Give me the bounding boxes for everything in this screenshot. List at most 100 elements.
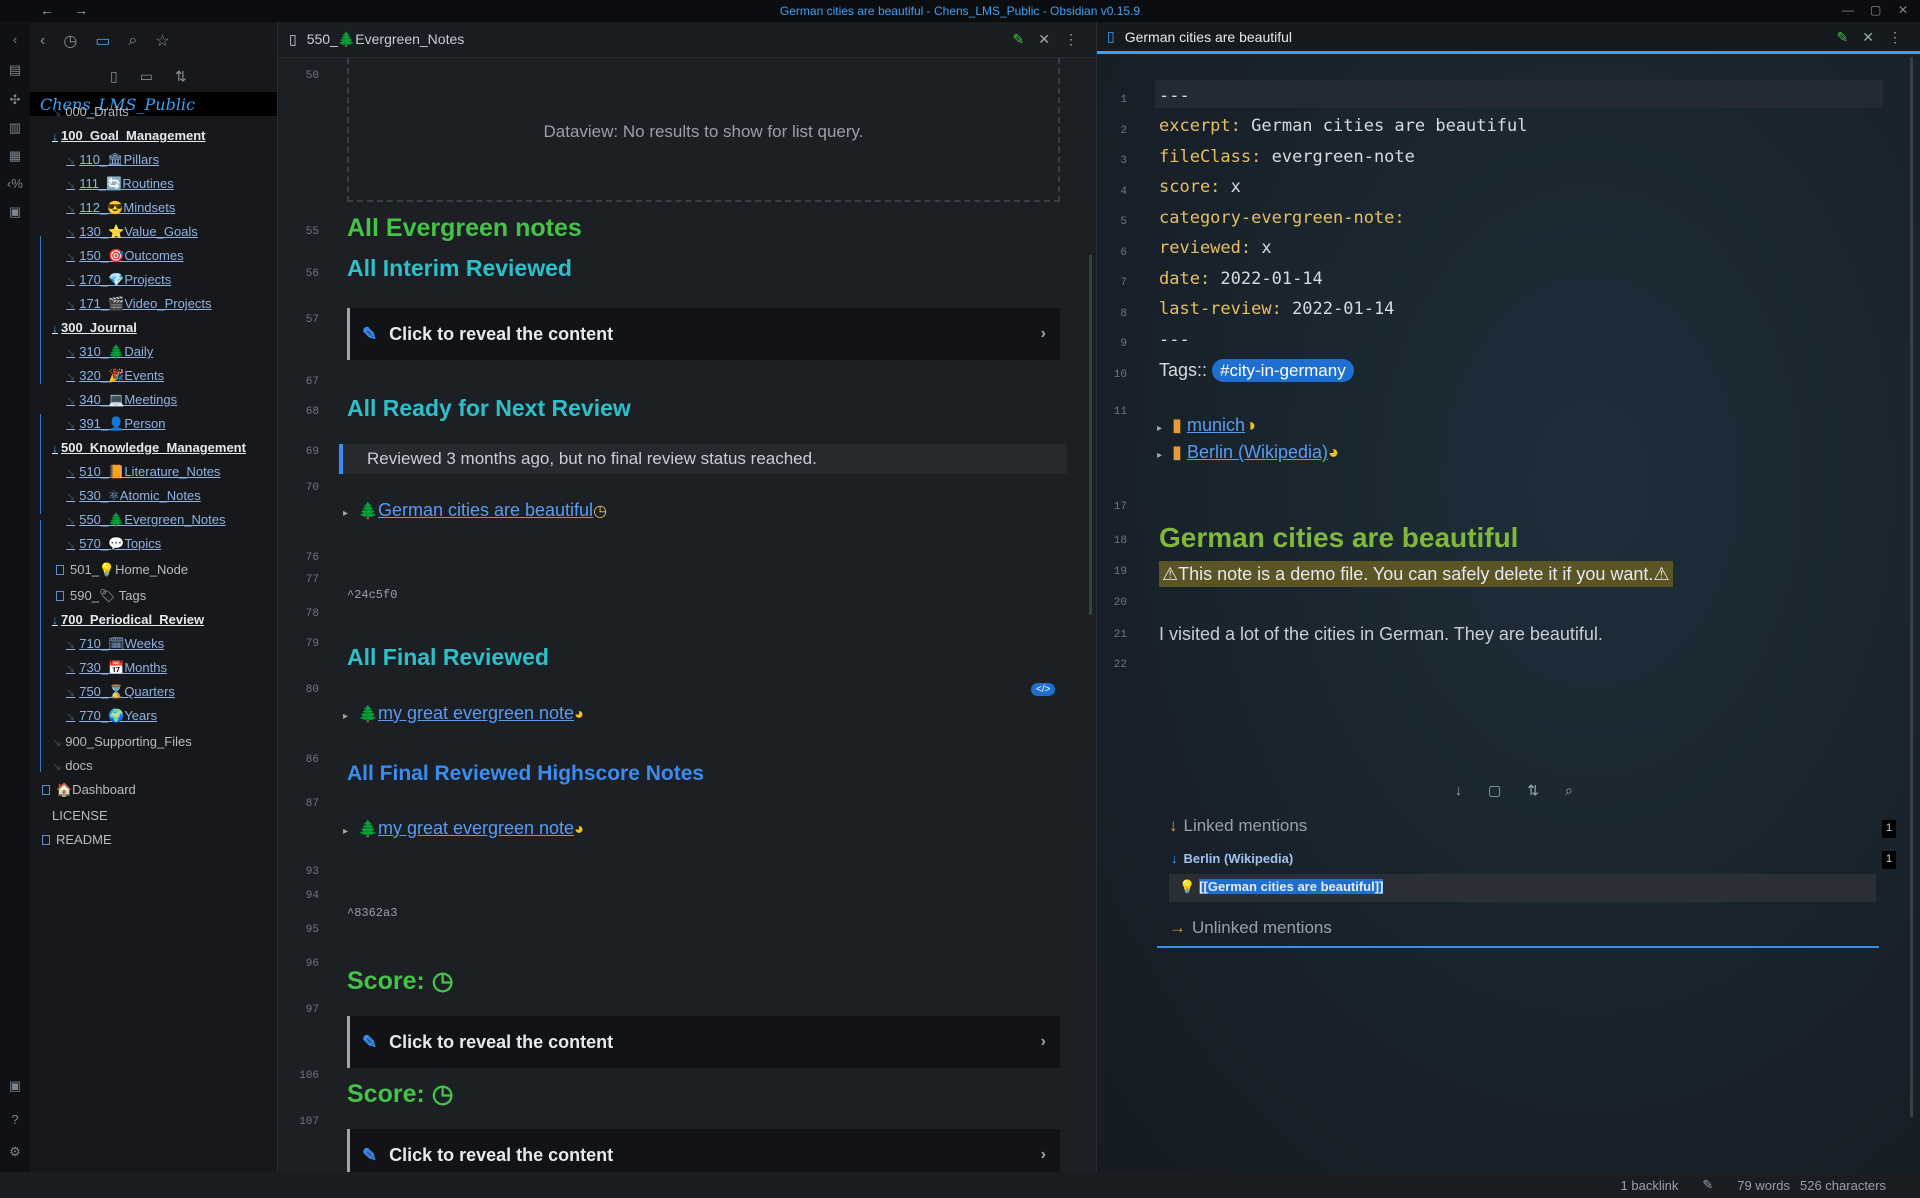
frontmatter-line[interactable]: excerpt: German cities are beautiful [1159, 116, 1527, 136]
calendar-icon[interactable]: ▣ [7, 204, 23, 220]
tree-folder[interactable]: ↘ 770_🌍Years [66, 708, 157, 724]
tree-file[interactable]: LICENSE [52, 808, 108, 823]
tree-folder[interactable]: ↘ 171_🎬Video_Projects [66, 296, 212, 312]
sort-icon[interactable]: ⇅ [1527, 782, 1539, 799]
help-icon[interactable]: ? [7, 1112, 23, 1128]
tree-file[interactable]: 🏠Dashboard [42, 782, 136, 798]
link-great-note[interactable]: my great evergreen note [378, 703, 574, 723]
more-options-icon[interactable]: ⋮ [1888, 29, 1902, 46]
templates-icon[interactable]: ▥ [7, 120, 23, 136]
graph-view-icon[interactable]: ✣ [7, 92, 23, 108]
tree-file[interactable]: 501_💡Home_Node [56, 562, 188, 578]
code-icon[interactable]: ‹% [7, 176, 23, 192]
tree-folder[interactable]: ↘ 170_💎Projects [66, 272, 171, 288]
collapse-triangle-icon[interactable]: ▸ [343, 826, 348, 837]
tree-folder[interactable]: ↘ 550_🌲Evergreen_Notes [66, 512, 226, 528]
tree-folder[interactable]: ↘ 900_Supporting_Files [52, 734, 192, 749]
tree-file[interactable]: 590_🏷 Tags [56, 588, 146, 604]
tree-folder[interactable]: ↘ 750_⌛Quarters [66, 684, 175, 700]
frontmatter-line[interactable]: last-review: 2022-01-14 [1159, 299, 1394, 319]
search-icon[interactable]: ⌕ [1565, 782, 1573, 799]
left-pane-scrollbar[interactable] [1089, 255, 1092, 615]
file-explorer-icon[interactable]: ▭ [95, 31, 110, 51]
tree-folder[interactable]: ↘ 310_🌲Daily [66, 344, 153, 360]
link-german-cities[interactable]: German cities are beautiful [378, 500, 593, 520]
link-munich[interactable]: munich [1187, 415, 1245, 435]
tree-file[interactable]: README [42, 832, 112, 847]
frontmatter-line[interactable]: --- [1159, 330, 1190, 350]
reveal-callout-2[interactable]: ✎ Click to reveal the content › [347, 1016, 1060, 1068]
code-badge[interactable]: </> [1031, 683, 1056, 696]
tree-folder[interactable]: ↘ 320_🎉Events [66, 368, 164, 384]
collapse-triangle-icon[interactable]: ▸ [1157, 423, 1162, 434]
vault-switch-icon[interactable]: ▣ [7, 1078, 23, 1094]
linked-mentions-header[interactable]: ↓ Linked mentions [1169, 816, 1307, 836]
tree-folder[interactable]: ↘ 530_⚛Atomic_Notes [66, 488, 201, 504]
unlinked-mentions-header[interactable]: → Unlinked mentions [1169, 918, 1332, 938]
tag-city-in-germany[interactable]: #city-in-germany [1212, 359, 1354, 382]
new-note-icon[interactable]: ▯ [110, 68, 118, 85]
tree-folder[interactable]: ↓ 500_Knowledge_Management [52, 440, 246, 455]
tree-folder[interactable]: ↘ 111_🔄Routines [66, 176, 174, 192]
tree-folder[interactable]: ↘ 570_💬Topics [66, 536, 161, 552]
tree-folder[interactable]: ↘ 000_Drafts [52, 104, 129, 119]
reveal-callout-3[interactable]: ✎ Click to reveal the content › [347, 1129, 1060, 1172]
chevron-left-icon[interactable]: ‹ [40, 32, 45, 50]
bookmark-star-icon[interactable]: ☆ [155, 31, 169, 51]
frontmatter-line[interactable]: score: x [1159, 177, 1241, 197]
tree-folder[interactable]: ↓ 100_Goal_Management [52, 128, 206, 143]
tree-item-label: 510_📙Literature_Notes [79, 464, 221, 479]
frontmatter-line[interactable]: date: 2022-01-14 [1159, 269, 1323, 289]
maximize-icon[interactable]: ▢ [1870, 3, 1881, 17]
link-berlin[interactable]: Berlin (Wikipedia) [1187, 442, 1328, 462]
backlink-count[interactable]: 1 backlink [1621, 1178, 1679, 1193]
new-folder-icon[interactable]: ▭ [140, 68, 153, 85]
close-pane-icon[interactable]: ✕ [1862, 29, 1874, 46]
tree-folder[interactable]: ↘ 130_⭐Value_Goals [66, 224, 198, 240]
link-great-note[interactable]: my great evergreen note [378, 818, 574, 838]
mention-context[interactable]: 💡 [[German cities are beautiful]] [1169, 874, 1876, 902]
search-icon[interactable]: ⌕ [128, 32, 137, 50]
reveal-callout-1[interactable]: ✎ Click to reveal the content › [347, 308, 1060, 360]
frontmatter-line[interactable]: reviewed: x [1159, 238, 1272, 258]
close-pane-icon[interactable]: ✕ [1038, 31, 1050, 48]
edit-mode-icon[interactable]: ✎ [1702, 1177, 1713, 1193]
collapse-sidebar-icon[interactable]: ‹ [7, 32, 23, 48]
bullet-berlin: ▸ ▮ Berlin (Wikipedia)◕ [1157, 442, 1339, 463]
close-window-icon[interactable]: ✕ [1898, 3, 1908, 17]
tree-item-label: 111_🔄Routines [79, 176, 174, 191]
collapse-triangle-icon[interactable]: ▸ [1157, 450, 1162, 461]
edit-pencil-icon[interactable]: ✎ [1837, 29, 1849, 46]
tree-folder[interactable]: ↘ docs [52, 758, 93, 773]
collapse-triangle-icon[interactable]: ▸ [343, 711, 348, 722]
collapse-results-icon[interactable]: ↓ [1455, 782, 1462, 799]
tree-folder[interactable]: ↘ 110_🏛Pillars [66, 152, 159, 168]
tree-folder[interactable]: ↘ 391_👤Person [66, 416, 166, 432]
tree-folder[interactable]: ↘ 510_📙Literature_Notes [66, 464, 220, 480]
tree-folder[interactable]: ↓ 700_Periodical_Review [52, 612, 204, 627]
sort-icon[interactable]: ⇅ [175, 68, 187, 85]
tree-folder[interactable]: ↘ 730_📅Months [66, 660, 167, 676]
frontmatter-line[interactable]: --- [1159, 86, 1190, 106]
tree-folder[interactable]: ↘ 150_🎯Outcomes [66, 248, 184, 264]
show-context-icon[interactable]: ▢ [1488, 782, 1501, 799]
edit-pencil-icon[interactable]: ✎ [1013, 31, 1025, 48]
frontmatter-line[interactable]: fileClass: evergreen-note [1159, 147, 1415, 167]
tree-folder[interactable]: ↘ 112_😎Mindsets [66, 200, 175, 216]
table-icon[interactable]: ▦ [7, 148, 23, 164]
open-quick-switcher-icon[interactable]: ▤ [7, 62, 23, 78]
left-pane-title[interactable]: 550_🌲Evergreen_Notes [307, 31, 465, 48]
right-pane-title[interactable]: German cities are beautiful [1125, 29, 1292, 45]
mention-source[interactable]: ↓ Berlin (Wikipedia) [1171, 851, 1293, 866]
recent-files-icon[interactable]: ◷ [63, 31, 77, 51]
minimize-icon[interactable]: — [1842, 3, 1854, 17]
mention-link[interactable]: [[German cities are beautiful]] [1199, 879, 1384, 894]
collapse-triangle-icon[interactable]: ▸ [343, 508, 348, 519]
tree-folder[interactable]: ↓ 300_Journal [52, 320, 137, 335]
right-pane-scrollbar[interactable] [1910, 57, 1913, 1117]
frontmatter-line[interactable]: category-evergreen-note: [1159, 208, 1405, 228]
tree-folder[interactable]: ↘ 340_💻Meetings [66, 392, 177, 408]
settings-gear-icon[interactable]: ⚙ [7, 1144, 23, 1160]
more-options-icon[interactable]: ⋮ [1064, 31, 1078, 48]
tree-folder[interactable]: ↘ 710_🗓Weeks [66, 636, 164, 652]
